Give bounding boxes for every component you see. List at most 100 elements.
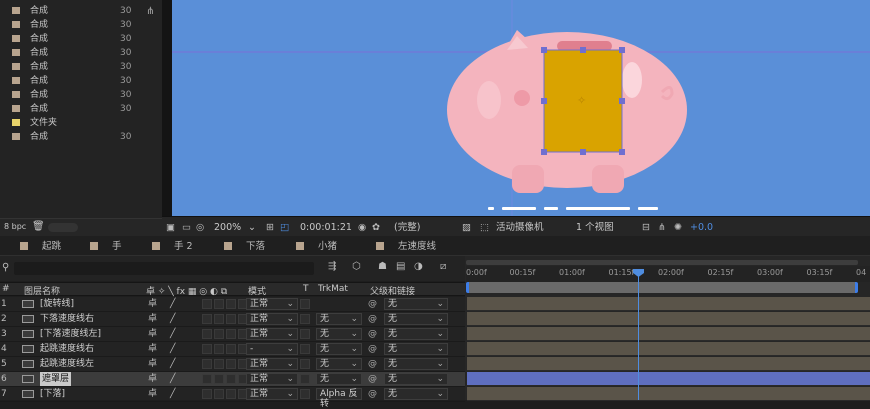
pickwhip-icon[interactable]: @ [368, 312, 377, 326]
color-icon[interactable]: ✿ [372, 221, 380, 234]
pickwhip-icon[interactable]: @ [368, 297, 377, 311]
switch-box[interactable] [214, 299, 224, 309]
quality-switch-icon[interactable]: ╱ [170, 327, 175, 341]
mode-select[interactable]: - ⌄ [246, 343, 298, 355]
parent-select[interactable]: 无 ⌄ [384, 343, 448, 355]
tab-qitiao[interactable]: 起跳 [20, 240, 61, 253]
search-input[interactable] [14, 262, 314, 275]
layer-duration-bar[interactable] [467, 372, 870, 386]
mode-select[interactable]: 正常 ⌄ [246, 313, 298, 325]
trkmat-select[interactable]: 无 ⌄ [316, 328, 362, 340]
transparency-icon[interactable]: ▨ [462, 221, 471, 234]
layer-name[interactable]: 起跳速度线右 [40, 342, 94, 356]
switch-box[interactable] [214, 359, 224, 369]
shy-switch-icon[interactable]: 卓 [148, 342, 157, 356]
mode-header[interactable]: 模式 [248, 284, 266, 297]
pickwhip-icon[interactable]: @ [368, 342, 377, 356]
reset-icon[interactable]: ✺ [674, 221, 682, 234]
switch-box[interactable] [226, 344, 236, 354]
layer-name-header[interactable]: 图层名称 [24, 284, 60, 297]
layout-icon[interactable]: ⊟ [642, 221, 650, 234]
timecode[interactable]: 0:00:01:21 [300, 221, 352, 234]
flow-icon[interactable]: ⋔ [658, 221, 666, 234]
quality-switch-icon[interactable]: ╱ [170, 387, 175, 401]
quality-switch-icon[interactable]: ╱ [170, 312, 175, 326]
display-icon[interactable]: ▭ [182, 221, 191, 234]
zoom-select[interactable]: 200% ⌄ [214, 221, 262, 234]
preserve-transparency-box[interactable] [300, 299, 310, 309]
views-select[interactable]: 1 个视图 [576, 221, 636, 234]
pickwhip-icon[interactable]: @ [368, 387, 377, 401]
switch-box[interactable] [226, 389, 236, 399]
parent-select[interactable]: 无 ⌄ [384, 358, 448, 370]
layer-row[interactable]: 4 起跳速度线右卓 ╱ - ⌄ 无 ⌄ @ 无 ⌄ [0, 342, 465, 357]
fast-preview-icon[interactable]: ⬚ [480, 221, 489, 234]
time-ruler[interactable]: 0:00f 00:15f 01:00f 01:15f 02:00f 02:15f 03:00… [466, 266, 870, 282]
layer-name[interactable]: [下落速度线左] [40, 327, 101, 341]
layer-duration-bar[interactable] [467, 342, 870, 356]
motion-blur-icon[interactable]: ◑ [414, 261, 423, 272]
pickwhip-icon[interactable]: @ [368, 327, 377, 341]
switch-box[interactable] [214, 329, 224, 339]
layer-row[interactable]: 6 遮罩层卓 ╱ 正常 ⌄ 无 ⌄ @ 无 ⌄ [0, 372, 465, 387]
preserve-transparency-box[interactable] [300, 359, 310, 369]
trkmat-select[interactable]: 无 ⌄ [316, 343, 362, 355]
shy-switch-icon[interactable]: 卓 [148, 372, 157, 386]
project-item[interactable]: 合成 30 [0, 130, 162, 144]
mode-select[interactable]: 正常 ⌄ [246, 328, 298, 340]
time-navigator[interactable] [466, 260, 858, 265]
quality-switch-icon[interactable]: ╱ [170, 342, 175, 356]
resolution-select[interactable]: (完整) [394, 221, 456, 234]
layer-name[interactable]: [下落] [40, 387, 65, 401]
shy-switch-icon[interactable]: 卓 [148, 327, 157, 341]
frame-blend-icon[interactable]: ▤ [396, 261, 405, 272]
tab-xialuo[interactable]: 下落 [224, 240, 265, 253]
tab-shou-2[interactable]: 手 2 [152, 240, 193, 253]
layer-row[interactable]: 2 下落速度线右卓 ╱ 正常 ⌄ 无 ⌄ @ 无 ⌄ [0, 312, 465, 327]
shy-icon[interactable]: ☗ [378, 261, 387, 272]
switch-box[interactable] [202, 374, 212, 384]
project-item[interactable]: 合成 30 [0, 102, 162, 116]
switch-box[interactable] [202, 389, 212, 399]
search-icon[interactable]: ⚲ [2, 262, 9, 273]
parent-select[interactable]: 无 ⌄ [384, 373, 448, 385]
switch-box[interactable] [202, 314, 212, 324]
shy-switch-icon[interactable]: 卓 [148, 357, 157, 371]
layer-row[interactable]: 1 [旋转线] 卓 ╱ 正常 ⌄ @ 无 ⌄ [0, 297, 465, 312]
snapshot-icon[interactable]: ▣ [166, 221, 175, 234]
switch-box[interactable] [214, 314, 224, 324]
draft3d-icon[interactable]: ⬡ [352, 261, 361, 272]
switch-box[interactable] [226, 314, 236, 324]
exposure-value[interactable]: +0.0 [690, 221, 713, 234]
shy-switch-icon[interactable]: 卓 [148, 312, 157, 326]
tab-zuosuduxian[interactable]: 左速度线 [376, 240, 436, 253]
switch-box[interactable] [226, 359, 236, 369]
switch-box[interactable] [214, 374, 224, 384]
layer-duration-bar[interactable] [467, 312, 870, 326]
project-item[interactable]: 合成 30 [0, 4, 162, 18]
parent-select[interactable]: 无 ⌄ [384, 298, 448, 310]
project-item[interactable]: 合成 30 [0, 32, 162, 46]
layer-duration-bar[interactable] [467, 297, 870, 311]
project-item[interactable]: 合成 30 [0, 46, 162, 60]
graph-editor-icon[interactable]: ⧄ [440, 261, 446, 272]
layer-name[interactable]: 下落速度线右 [40, 312, 94, 326]
layer-duration-bar[interactable] [467, 327, 870, 341]
project-item[interactable]: 合成 30 [0, 74, 162, 88]
parent-select[interactable]: 无 ⌄ [384, 313, 448, 325]
composition-viewer[interactable]: ✧ [172, 0, 870, 216]
shy-switch-icon[interactable]: 卓 [148, 387, 157, 401]
layer-duration-bar[interactable] [467, 357, 870, 371]
quality-switch-icon[interactable]: ╱ [170, 372, 175, 386]
playhead-line[interactable] [638, 270, 639, 400]
tab-xiaozhu[interactable]: 小猪 [296, 240, 337, 253]
quality-switch-icon[interactable]: ╱ [170, 357, 175, 371]
layer-name[interactable]: 遮罩层 [40, 372, 72, 386]
trash-icon[interactable]: 🗑 [32, 221, 45, 232]
switch-box[interactable] [202, 329, 212, 339]
switch-box[interactable] [202, 299, 212, 309]
switch-box[interactable] [202, 344, 212, 354]
camera-select[interactable]: 活动摄像机 [496, 221, 564, 234]
quality-switch-icon[interactable]: ╱ [170, 297, 175, 311]
region-icon[interactable]: ◰ [280, 221, 289, 234]
